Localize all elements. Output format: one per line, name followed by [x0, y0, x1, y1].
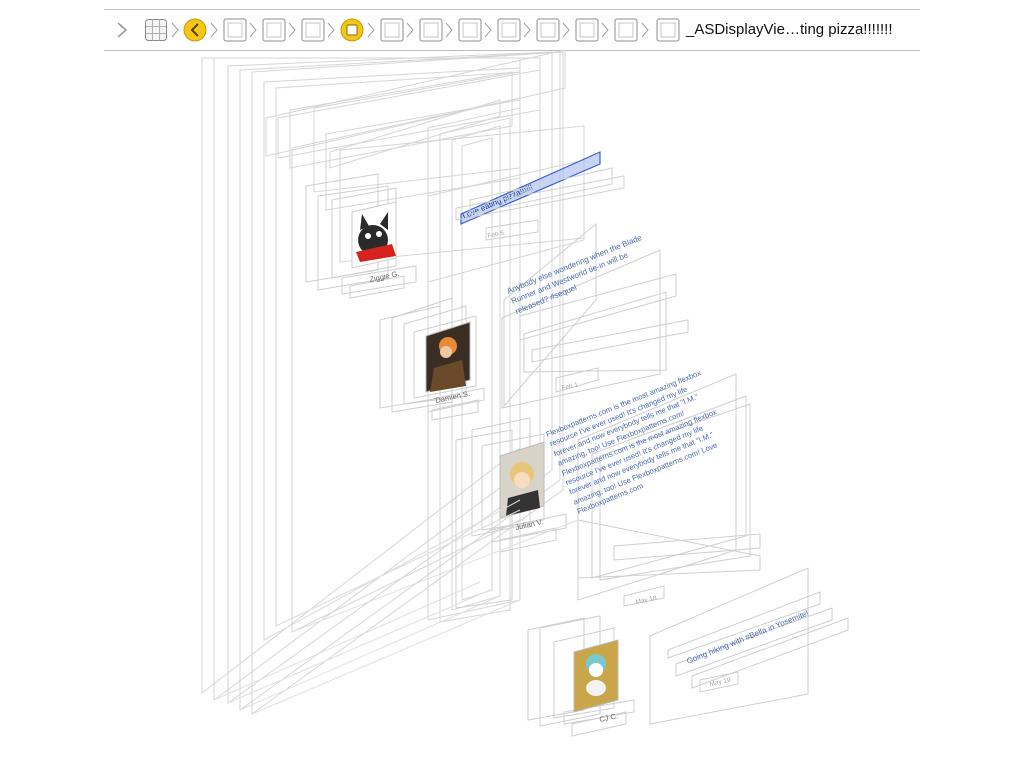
- view-square-icon[interactable]: [380, 18, 404, 42]
- stop-circle-icon[interactable]: [340, 18, 364, 42]
- chevron-separator-icon: [523, 22, 531, 38]
- view-hierarchy-canvas[interactable]: Ziggie G. Love eating pizza!!!!!! Feb 6: [0, 50, 1024, 768]
- chevron-separator-icon: [445, 22, 453, 38]
- avatar: [499, 441, 545, 519]
- layer-edges: [213, 499, 579, 715]
- jump-bar: _ASDisplayVie…ting pizza!!!!!!!: [104, 9, 920, 51]
- window-grid-icon[interactable]: [145, 19, 167, 41]
- chevron-separator-icon: [406, 22, 414, 38]
- chevron-right-icon[interactable]: [117, 22, 128, 38]
- chevron-separator-icon: [601, 22, 609, 38]
- selected-view-title[interactable]: _ASDisplayVie…ting pizza!!!!!!!: [686, 21, 892, 38]
- chevron-separator-icon: [171, 22, 179, 38]
- view-square-icon[interactable]: [536, 18, 560, 42]
- view-square-icon[interactable]: [656, 18, 680, 42]
- avatar: [351, 201, 397, 269]
- view-square-icon[interactable]: [223, 18, 247, 42]
- post-text-container: Anybody else wondering when the Blade Ru…: [506, 233, 643, 316]
- chevron-separator-icon: [249, 22, 257, 38]
- chevron-separator-icon: [484, 22, 492, 38]
- chevron-separator-icon: [367, 22, 375, 38]
- view-square-icon[interactable]: [262, 18, 286, 42]
- post-username: Julian V.: [515, 517, 544, 532]
- post-username: CJ C.: [599, 711, 619, 724]
- chevron-separator-icon: [327, 22, 335, 38]
- view-square-icon[interactable]: [497, 18, 521, 42]
- back-circle-icon[interactable]: [183, 18, 207, 42]
- avatar: [425, 321, 471, 393]
- chevron-separator-icon: [288, 22, 296, 38]
- post-timestamp: Feb 1: [561, 382, 579, 392]
- chevron-separator-icon: [641, 22, 649, 38]
- chevron-separator-icon: [210, 22, 218, 38]
- view-square-icon[interactable]: [301, 18, 325, 42]
- view-square-icon[interactable]: [575, 18, 599, 42]
- selected-text-view[interactable]: Love eating pizza!!!!!!: [460, 151, 601, 225]
- view-square-icon[interactable]: [458, 18, 482, 42]
- chevron-separator-icon: [562, 22, 570, 38]
- avatar: [573, 639, 619, 713]
- post-text: Going hiking with #Bella in Yosemite!: [685, 609, 810, 666]
- view-square-icon[interactable]: [614, 18, 638, 42]
- post-timestamp: May 18: [635, 595, 658, 606]
- window-layers: [201, 50, 585, 715]
- view-square-icon[interactable]: [419, 18, 443, 42]
